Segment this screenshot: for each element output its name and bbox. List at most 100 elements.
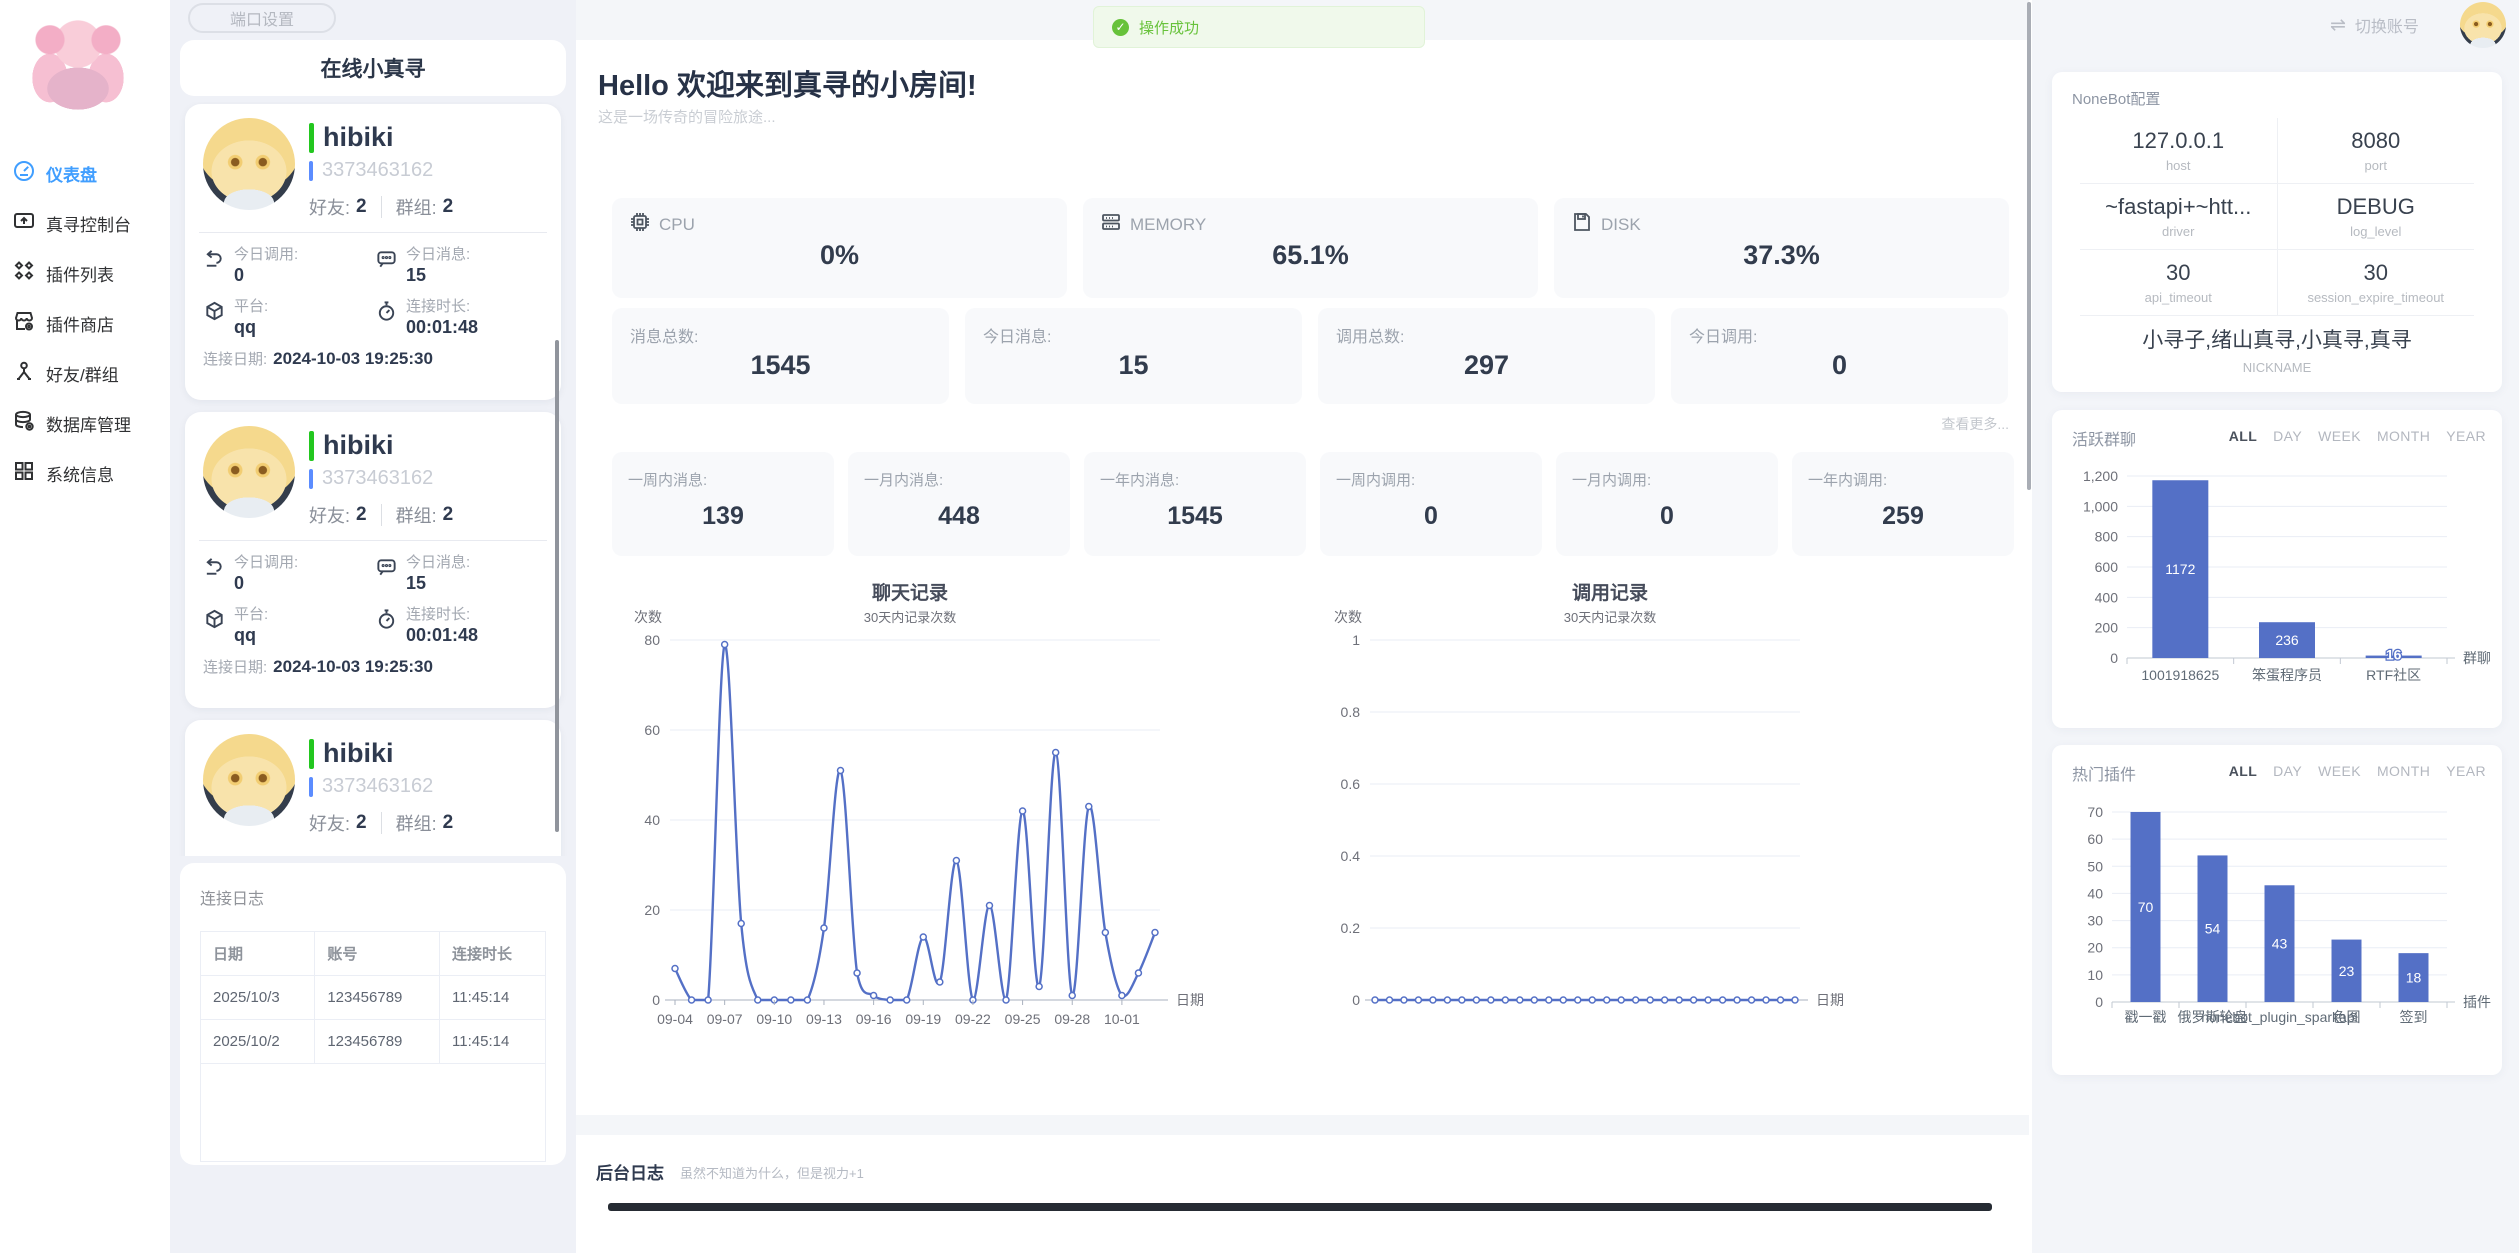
today-calls-value: 0 [1671, 350, 2008, 381]
month-calls-value: 0 [1556, 502, 1778, 531]
bot-name: hibiki [323, 738, 394, 769]
svg-text:日期: 日期 [1176, 992, 1204, 1008]
connect-date-label: 连接日期: [203, 351, 267, 368]
groups-label: 群组: [396, 194, 437, 220]
connection-log-card: 连接日志 日期 账号 连接时长 2025/10/3 123456789 11:4… [180, 863, 566, 1165]
nonebot-config-card: NoneBot配置 127.0.0.1host 8080port ~fastap… [2052, 72, 2502, 392]
platform-cube-icon [203, 603, 226, 646]
tab-day[interactable]: DAY [2273, 428, 2302, 444]
sidebar-item-plugin-store[interactable]: 插件商店 [0, 298, 170, 348]
bot-card[interactable]: hibiki 3373463162 好友:2群组:2 今日调用:0 今日消息:1… [185, 412, 561, 708]
config-host-label: host [2166, 158, 2191, 173]
bot-card[interactable]: hibiki 3373463162 好友:2群组:2 [185, 720, 561, 856]
week-calls-card: 一周内调用: 0 [1320, 452, 1542, 556]
sidebar-item-console[interactable]: 真寻控制台 [0, 198, 170, 248]
sidebar-item-plugin-list[interactable]: 插件列表 [0, 248, 170, 298]
today-msg-label: 今日消息: [406, 551, 470, 572]
svg-text:30天内记录次数: 30天内记录次数 [864, 610, 956, 625]
tab-year[interactable]: YEAR [2446, 763, 2486, 779]
tab-day[interactable]: DAY [2273, 763, 2302, 779]
groups-count: 2 [443, 196, 454, 218]
month-messages-label: 一月内消息: [864, 469, 943, 490]
divider [199, 232, 547, 233]
svg-text:20: 20 [2087, 940, 2103, 956]
config-sessiontimeout-label: session_expire_timeout [2307, 290, 2444, 305]
divider [199, 540, 547, 541]
call-back-icon [203, 551, 226, 594]
svg-text:调用记录: 调用记录 [1572, 582, 1648, 604]
platform-cube-icon [203, 295, 226, 338]
system-info-icon [12, 459, 36, 488]
platform-value: qq [234, 625, 268, 646]
svg-text:60: 60 [2087, 831, 2103, 847]
tab-week[interactable]: WEEK [2318, 763, 2361, 779]
svg-text:0: 0 [2095, 994, 2103, 1010]
tab-year[interactable]: YEAR [2446, 428, 2486, 444]
week-messages-card: 一周内消息: 139 [612, 452, 834, 556]
svg-text:1001918625: 1001918625 [2141, 667, 2219, 683]
port-settings-button[interactable]: 端口设置 [188, 3, 336, 33]
sidebar-item-dashboard[interactable]: 仪表盘 [0, 148, 170, 198]
today-call-value: 0 [234, 265, 298, 286]
sidebar-item-label: 系统信息 [46, 461, 114, 486]
chat-records-line-chart: 聊天记录30天内记录次数次数日期02040608009-0409-0709-10… [600, 575, 1260, 1065]
memory-label: MEMORY [1130, 215, 1206, 235]
svg-text:40: 40 [2087, 885, 2103, 901]
cpu-label: CPU [659, 215, 695, 235]
svg-text:200: 200 [2095, 620, 2119, 636]
week-messages-value: 139 [612, 502, 834, 531]
svg-text:09-25: 09-25 [1005, 1011, 1041, 1027]
id-accent-bar [309, 777, 313, 797]
switch-account-button[interactable]: ⇌ 切换账号 [2330, 13, 2419, 37]
right-panel: ⇌ 切换账号 NoneBot配置 127.0.0.1host 8080port … [2032, 0, 2519, 1253]
svg-text:0.6: 0.6 [1341, 776, 1361, 792]
sidebar-item-friends-groups[interactable]: 好友/群组 [0, 348, 170, 398]
user-avatar[interactable] [2460, 2, 2506, 48]
svg-text:聊天记录: 聊天记录 [872, 581, 948, 604]
svg-text:0.2: 0.2 [1341, 920, 1361, 936]
tab-week[interactable]: WEEK [2318, 428, 2361, 444]
svg-text:54: 54 [2205, 921, 2221, 937]
cpu-value: 0% [612, 240, 1067, 271]
sidebar-item-label: 数据库管理 [46, 411, 131, 436]
svg-text:09-28: 09-28 [1054, 1011, 1090, 1027]
tab-all[interactable]: ALL [2229, 763, 2257, 779]
bot-list-scrollbar[interactable] [555, 340, 559, 832]
platform-label: 平台: [234, 295, 268, 316]
sidebar: 仪表盘 真寻控制台 插件列表 插件商店 好友/群组 数据库管理 [0, 0, 170, 1253]
friends-label: 好友: [309, 502, 350, 528]
svg-text:09-10: 09-10 [756, 1011, 792, 1027]
timer-icon [375, 295, 398, 338]
svg-text:群聊: 群聊 [2463, 650, 2491, 666]
view-more-link[interactable]: 查看更多... [1809, 414, 2009, 434]
sidebar-item-label: 插件列表 [46, 261, 114, 286]
online-status-bar [309, 123, 314, 153]
config-driver-label: driver [2162, 224, 2195, 239]
svg-text:800: 800 [2095, 529, 2119, 545]
active-groups-bar-chart: 02004006008001,0001,20011721001918625236… [2052, 458, 2502, 720]
svg-text:戳一戳: 戳一戳 [2125, 1009, 2167, 1025]
sidebar-item-database[interactable]: 数据库管理 [0, 398, 170, 448]
groups-label: 群组: [396, 810, 437, 836]
sidebar-item-system-info[interactable]: 系统信息 [0, 448, 170, 498]
connect-date-value: 2024-10-03 19:25:30 [273, 657, 433, 676]
config-port-value: 8080 [2351, 128, 2400, 154]
log-terminal-top-edge [608, 1203, 1992, 1211]
svg-text:次数: 次数 [1334, 609, 1362, 625]
switch-account-label: 切换账号 [2355, 13, 2419, 37]
table-row: 2025/10/3 123456789 11:45:14 [201, 976, 546, 1020]
friends-count: 2 [356, 812, 367, 834]
bot-card[interactable]: hibiki 3373463162 好友:2群组:2 今日调用:0 今日消息:1… [185, 104, 561, 400]
svg-text:600: 600 [2095, 559, 2119, 575]
tab-month[interactable]: MONTH [2377, 763, 2430, 779]
col-duration: 连接时长 [440, 932, 546, 976]
disk-value: 37.3% [1554, 240, 2009, 271]
month-calls-label: 一月内调用: [1572, 469, 1651, 490]
main-scrollbar[interactable] [2027, 2, 2031, 490]
svg-text:0: 0 [1352, 992, 1360, 1008]
bot-avatar [203, 734, 295, 826]
svg-text:笨蛋程序员: 笨蛋程序员 [2252, 667, 2322, 683]
tab-all[interactable]: ALL [2229, 428, 2257, 444]
tab-month[interactable]: MONTH [2377, 428, 2430, 444]
svg-text:次数: 次数 [634, 609, 662, 625]
